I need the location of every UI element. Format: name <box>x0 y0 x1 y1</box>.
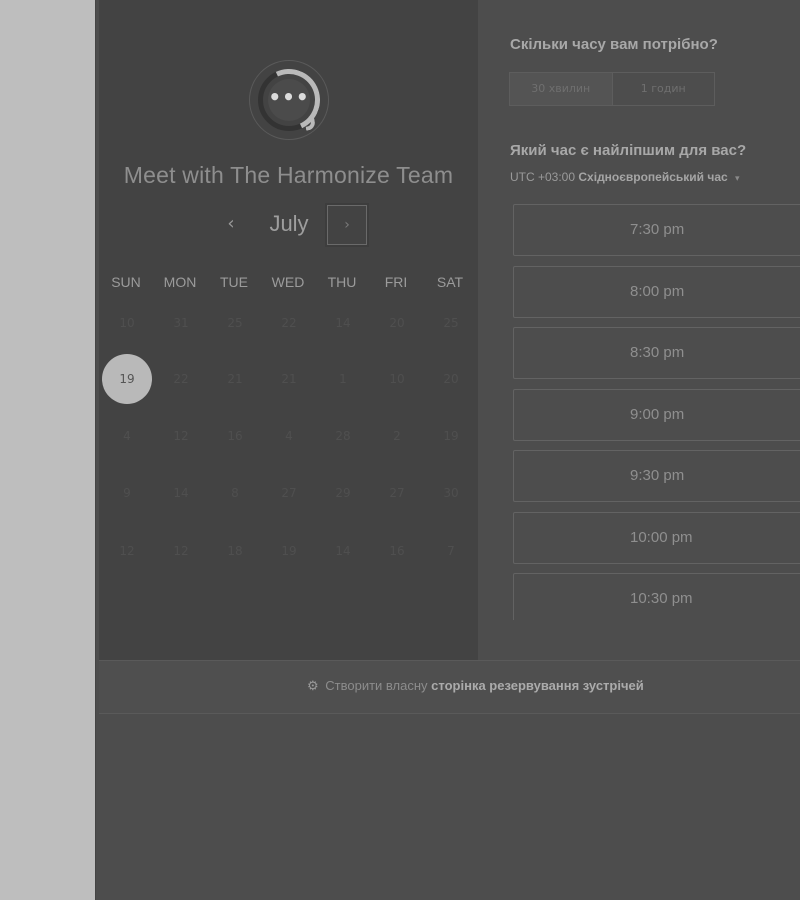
calendar-panel: ••• Meet with The Harmonize Team ‹ July … <box>99 0 478 660</box>
calendar-day: 10 <box>389 372 405 386</box>
calendar-day: 30 <box>443 486 459 500</box>
meeting-title: Meet with The Harmonize Team <box>123 162 454 188</box>
calendar-day: 12 <box>173 429 189 443</box>
calendar-day: 29 <box>335 486 351 500</box>
calendar-day: 16 <box>389 544 405 558</box>
duration-toggle: 30 хвилин 1 годин <box>509 72 715 106</box>
timezone-selector[interactable]: UTC +03:00 Східноєвропейський час ▾ <box>510 170 740 184</box>
chat-bubble-icon: ••• <box>268 79 310 121</box>
calendar-day: 28 <box>335 429 351 443</box>
calendar-day: 22 <box>173 372 189 386</box>
calendar-day: 22 <box>281 316 297 330</box>
chevron-down-icon: ▾ <box>735 173 740 183</box>
calendar-day: 21 <box>227 372 243 386</box>
weekday-label: TUE <box>220 274 248 290</box>
timezone-name: Східноєвропейський час <box>578 170 728 184</box>
timezone-offset: UTC +03:00 <box>510 170 576 184</box>
team-logo: ••• <box>249 60 329 140</box>
calendar-day: 19 <box>443 429 459 443</box>
calendar-day: 25 <box>443 316 459 330</box>
time-slot-button[interactable]: 8:00 pm <box>513 265 800 318</box>
calendar-day: 12 <box>119 544 135 558</box>
calendar-day: 20 <box>443 372 459 386</box>
calendar-day: 10 <box>119 316 135 330</box>
calendar-day: 1 <box>339 372 347 386</box>
weekday-label: THU <box>327 274 357 290</box>
calendar-day: 27 <box>281 486 297 500</box>
calendar-day: 9 <box>123 486 131 500</box>
time-slot-button[interactable]: 9:30 pm <box>513 450 800 502</box>
footer-link-bold: сторінка резервування зустрічей <box>431 678 644 693</box>
create-booking-page-link[interactable]: ⚙ Створити власну сторінка резервування … <box>307 678 644 694</box>
calendar-day: 27 <box>389 486 405 500</box>
calendar-day: 20 <box>389 316 405 330</box>
time-slot-button[interactable]: 7:30 pm <box>513 204 800 256</box>
calendar-day: 25 <box>227 316 243 330</box>
hubspot-sprocket-icon: ⚙ <box>307 678 319 693</box>
options-panel: Скільки часу вам потрібно? 30 хвилин 1 го… <box>478 0 800 660</box>
next-month-button[interactable]: › <box>327 205 367 245</box>
calendar-day: 14 <box>173 486 189 500</box>
calendar-day: 31 <box>173 316 189 330</box>
calendar-day: 12 <box>173 544 189 558</box>
duration-1-hour-button[interactable]: 1 годин <box>613 73 715 105</box>
weekday-header: SUN MON TUE WED THU FRI SAT <box>99 274 478 294</box>
weekday-label: WED <box>271 274 305 290</box>
weekday-label: SUN <box>111 274 141 290</box>
time-slot-button[interactable]: 10:00 pm <box>513 511 800 564</box>
footer-bar: ⚙ Створити власну сторінка резервування … <box>99 660 800 714</box>
calendar-day: 14 <box>335 544 351 558</box>
calendar-day: 2 <box>393 429 401 443</box>
calendar-day: 8 <box>231 486 239 500</box>
footer-link-prefix: Створити власну <box>325 678 428 693</box>
calendar-day: 4 <box>285 429 293 443</box>
calendar-day: 14 <box>335 316 351 330</box>
previous-month-button[interactable]: ‹ <box>217 211 245 239</box>
weekday-label: FRI <box>384 274 408 290</box>
time-slot-button[interactable]: 10:30 pm <box>513 573 800 620</box>
time-slot-list[interactable]: 7:30 pm 8:00 pm 8:30 pm 9:00 pm 9:30 pm 10:00… <box>513 204 800 620</box>
duration-question: Скільки часу вам потрібно? <box>510 36 718 53</box>
month-label: July <box>269 211 309 236</box>
calendar-day: 21 <box>281 372 297 386</box>
selected-day[interactable]: 19 <box>102 354 152 404</box>
duration-30-min-button[interactable]: 30 хвилин <box>510 73 613 105</box>
time-slot-button[interactable]: 8:30 pm <box>513 327 800 379</box>
calendar-day: 16 <box>227 429 243 443</box>
month-navigation: ‹ July › <box>99 205 478 245</box>
calendar-day: 7 <box>447 544 455 558</box>
calendar-day: 4 <box>123 429 131 443</box>
weekday-label: MON <box>163 274 197 290</box>
calendar-day: 19 <box>281 544 297 558</box>
time-question: Який час є найліпшим для вас? <box>510 142 747 159</box>
left-gutter <box>0 0 95 900</box>
weekday-label: SAT <box>436 274 464 290</box>
calendar-day: 18 <box>227 544 243 558</box>
time-slot-button[interactable]: 9:00 pm <box>513 388 800 441</box>
